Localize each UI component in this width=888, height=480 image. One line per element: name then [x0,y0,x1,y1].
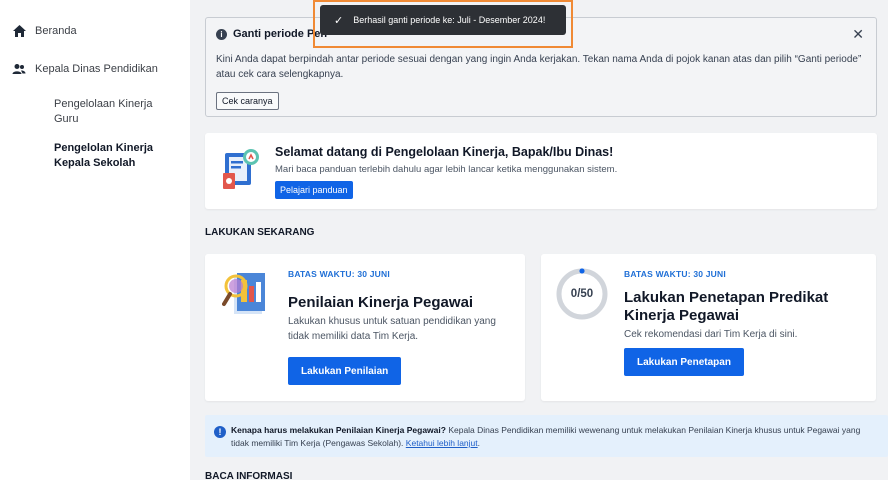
do-determination-button[interactable]: Lakukan Penetapan [624,348,744,376]
sidebar-item-kinerja-guru[interactable]: Pengelolaan Kinerja Guru [54,97,164,127]
users-icon [12,62,26,76]
card-subtitle: Lakukan khusus untuk satuan pendidikan y… [288,316,496,342]
learn-guide-button[interactable]: Pelajari panduan [275,181,353,199]
toast-message: Berhasil ganti periode ke: Juli - Desemb… [353,15,546,25]
alert-icon: ! [214,426,226,438]
learn-more-link[interactable]: Ketahui lebih lanjut [406,438,478,448]
banner-text: Kini Anda dapat berpindah antar periode … [216,54,862,80]
card-penilaian-kinerja: BATAS WAKTU: 30 JUNI Penilaian Kinerja P… [205,254,525,401]
sidebar-item-beranda[interactable]: Beranda [12,24,77,38]
notice-question: Kenapa harus melakukan Penilaian Kinerja… [231,425,446,435]
notice-end: . [477,438,481,448]
success-toast: ✓ Berhasil ganti periode ke: Juli - Dese… [320,5,566,35]
close-icon[interactable]: ✕ [852,27,864,41]
do-assessment-button[interactable]: Lakukan Penilaian [288,357,402,385]
main-content: i Ganti periode Pen ✕ Kini Anda dapat be… [190,0,888,480]
card-penetapan-predikat: 0/50 BATAS WAKTU: 30 JUNI Lakukan Peneta… [541,254,876,401]
sidebar: Beranda Kepala Dinas Pendidikan Pengelol… [0,0,190,480]
section-heading-read-info: BACA INFORMASI [205,471,293,480]
info-icon: i [216,28,227,40]
info-notice: ! Kenapa harus melakukan Penilaian Kiner… [205,415,888,457]
welcome-card: Selamat datang di Pengelolaan Kinerja, B… [205,133,877,209]
deadline-label: BATAS WAKTU: 30 JUNI [624,269,726,279]
progress-label: 0/50 [570,288,594,300]
sidebar-item-kinerja-kepala-sekolah[interactable]: Pengelolan Kinerja Kepala Sekolah [54,141,164,171]
card-title: Lakukan Penetapan Predikat Kinerja Pegaw… [624,289,829,324]
home-icon [12,24,26,38]
notice-text: Kenapa harus melakukan Penilaian Kinerja… [231,424,871,450]
check-icon: ✓ [334,14,344,27]
sidebar-item-label: Kepala Dinas Pendidikan [35,63,158,75]
deadline-label: BATAS WAKTU: 30 JUNI [288,269,390,279]
guide-book-icon [223,149,259,189]
magnifier-document-icon [222,273,265,314]
welcome-title: Selamat datang di Pengelolaan Kinerja, B… [275,145,614,159]
section-heading-do-now: LAKUKAN SEKARANG [205,227,315,238]
banner-title-row: i Ganti periode Pen [216,28,327,40]
card-subtitle: Cek rekomendasi dari Tim Kerja di sini. [624,329,798,340]
welcome-subtitle: Mari baca panduan terlebih dahulu agar l… [275,164,618,175]
check-how-button[interactable]: Cek caranya [216,92,279,110]
sidebar-item-label: Beranda [35,25,77,37]
card-title: Penilaian Kinerja Pegawai [288,294,474,311]
sidebar-item-role[interactable]: Kepala Dinas Pendidikan [12,62,158,76]
